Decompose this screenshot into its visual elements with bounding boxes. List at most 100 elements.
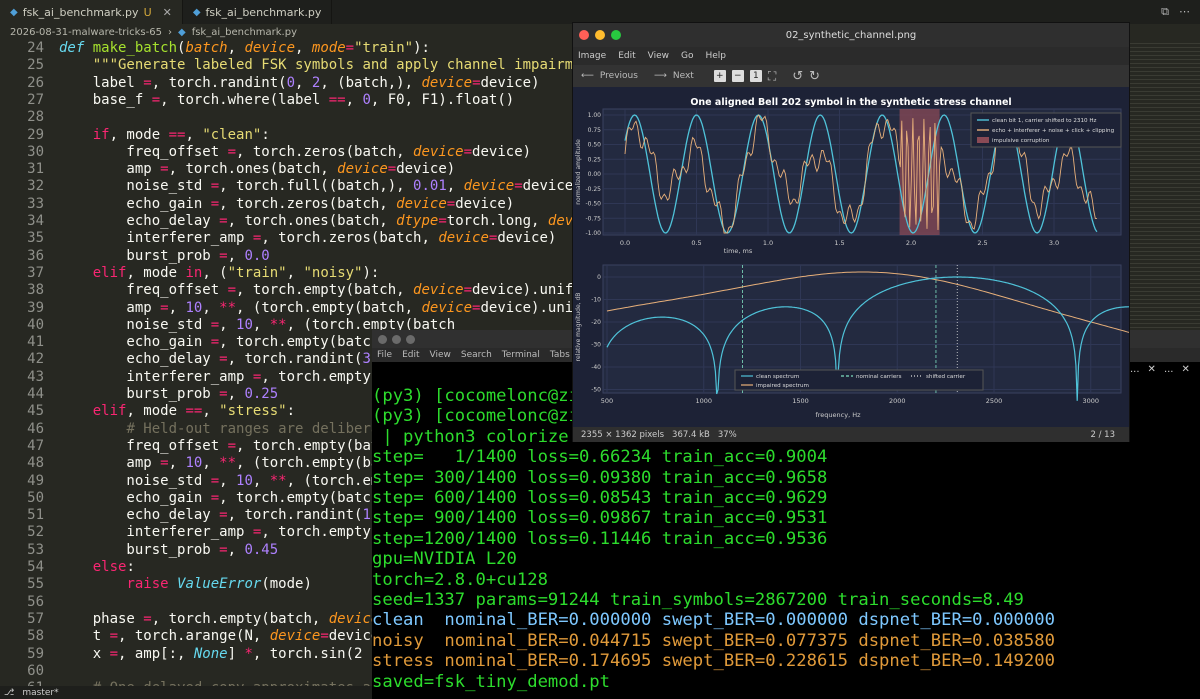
code-line[interactable]: raise ValueError(mode) [59,576,311,593]
code-line[interactable]: freq_offset =, torch.empty(batch, device… [59,282,632,299]
code-line[interactable]: echo_delay =, torch.randint(12, 49 [59,507,413,524]
code-token: , [252,472,270,489]
code-line[interactable]: freq_offset =, torch.zeros(batch, device… [59,144,531,161]
code-token: 10 [185,455,203,472]
code-token: , torch.empty(batch, [151,610,329,627]
code-line[interactable]: echo_gain =, torch.zeros(batch, device=d… [59,196,514,213]
code-line[interactable]: """Generate labeled FSK symbols and appl… [59,57,624,74]
editor-tab-2[interactable]: ◆ fsk_ai_benchmark.py [182,0,333,24]
code-token: = [463,282,473,299]
code-line[interactable]: elif, mode in, ("train", "noisy"): [59,264,380,282]
rotate-left-icon[interactable]: ↺ [792,69,803,84]
code-line[interactable]: if, mode ==, "clean": [59,127,270,144]
rotate-right-icon[interactable]: ↻ [809,69,820,84]
breadcrumb-file[interactable]: fsk_ai_benchmark.py [192,27,297,38]
split-editor-icon[interactable]: ⧉ [1161,5,1169,19]
terminal-menu-item[interactable]: File [377,350,392,360]
viewer-titlebar: 02_synthetic_channel.png [573,23,1129,47]
editor-tab-1[interactable]: ◆ fsk_ai_benchmark.py U ✕ [0,0,183,24]
viewer-menu-item[interactable]: Edit [618,51,635,61]
code-line[interactable]: phase =, torch.empty(batch, device=dev [59,611,413,628]
code-line[interactable]: echo_delay =, torch.randint(3, 33 [59,351,404,368]
close-icon[interactable]: ✕ [1181,364,1189,375]
code-token: device [438,230,489,247]
image-canvas[interactable]: One aligned Bell 202 symbol in the synth… [573,87,1130,427]
viewer-menu-item[interactable]: View [648,51,669,61]
arrow-left-icon[interactable]: ⟵ [581,71,594,81]
terminal-line: stress nominal_BER=0.174695 swept_BER=0.… [372,651,1055,672]
minimap[interactable] [1130,40,1200,330]
terminal-menu-item[interactable]: Tabs [550,350,570,360]
code-token: in [185,264,203,281]
code-token: device [269,628,321,645]
code-token: == [185,403,203,420]
viewer-menu-item[interactable]: Image [578,51,606,61]
code-line[interactable]: echo_gain =, torch.empty(batch, de [59,334,413,351]
close-icon[interactable]: ✕ [1148,364,1156,375]
zoom-out-icon[interactable]: − [731,70,744,82]
viewer-menu-item[interactable]: Help [705,51,726,61]
code-line[interactable]: burst_prob =, 0.45 [59,542,278,559]
code-token: ValueError [177,576,262,593]
arrow-right-icon[interactable]: ⟶ [654,71,667,81]
close-icon[interactable]: ✕ [163,6,172,19]
breadcrumb-folder[interactable]: 2026-08-31-malware-tricks-65 [10,27,162,38]
terminal-menu-item[interactable]: Terminal [502,350,540,360]
code-line[interactable]: label =, torch.randint(0, 2, (batch,), d… [59,75,540,92]
code-line[interactable]: noise_std =, torch.full((batch,), 0.01, … [59,178,581,195]
code-line[interactable]: interferer_amp =, torch.empty(bat [59,369,404,386]
terminal-line: step=1200/1400 loss=0.11446 train_acc=0.… [372,528,828,549]
code-line[interactable]: freq_offset =, torch.empty(batch, d [59,438,421,455]
legend-label: impulsive corruption [992,138,1050,144]
terminal-line: step= 300/1400 loss=0.09380 train_acc=0.… [372,467,828,488]
tick-label: 0.00 [588,171,602,178]
line-number: 27 [27,91,44,108]
zoom-in-icon[interactable]: + [713,70,726,82]
fit-window-icon[interactable]: ⛶ [768,69,776,84]
zoom-original-icon[interactable]: 1 [749,70,762,82]
code-token: = [160,299,169,316]
code-token: ** [219,455,237,472]
code-line[interactable]: burst_prob =, 0.25 [59,386,278,403]
code-line[interactable]: t =, torch.arange(N, device=device).fl [59,628,413,645]
code-line[interactable]: interferer_amp =, torch.empty(batc [59,524,413,541]
branch-icon: ⎇ [4,687,15,698]
tick-label: -30 [591,342,601,349]
code-line[interactable]: echo_delay =, torch.ones(batch, dtype=to… [59,213,632,230]
line-number: 56 [27,593,44,610]
line-number: 53 [27,541,44,558]
branch-name[interactable]: master* [22,688,58,698]
window-minimize-icon[interactable] [392,334,401,344]
terminal-menu-item[interactable]: View [430,350,451,360]
code-token: == [328,91,346,108]
code-token: = [160,455,169,472]
terminal-menu-item[interactable]: Edit [402,350,419,360]
code-line[interactable]: # Held-out ranges are deliberatel [59,421,404,438]
code-line[interactable]: elif, mode ==, "stress": [59,403,295,420]
code-line[interactable]: burst_prob =, 0.0 [59,248,269,265]
code-token: , [202,455,220,472]
code-line[interactable]: amp =, 10, **, (torch.empty(batch, devic… [59,300,649,317]
more-actions-icon[interactable]: ⋯ [1179,5,1190,19]
more-icon[interactable]: ... [1130,364,1140,375]
more-icon[interactable]: ... [1164,364,1174,375]
window-maximize-icon[interactable] [406,334,415,344]
window-close-icon[interactable] [378,334,387,344]
tick-label: 2.5 [977,239,987,247]
code-line[interactable]: else: [59,559,135,576]
code-line[interactable]: def make_batch(batch, device, mode="trai… [59,40,430,57]
code-line[interactable]: amp =, torch.ones(batch, device=device) [59,161,455,178]
code-line[interactable]: base_f =, torch.where(label ==, 0, F0, F… [59,92,514,109]
code-token: t [59,628,110,645]
next-button[interactable]: Next [673,71,694,81]
terminal-menu-item[interactable]: Search [461,350,492,360]
terminal-line: torch=2.8.0+cu128 [372,569,548,590]
viewer-menu-item[interactable]: Go [681,51,693,61]
code-token: , F0, F1).float() [370,91,515,108]
previous-button[interactable]: Previous [600,71,638,81]
code-line[interactable]: echo_gain =, torch.empty(batch, de [59,490,413,507]
code-token: x [59,645,110,662]
line-number: 29 [27,126,44,143]
code-line[interactable]: interferer_amp =, torch.zeros(batch, dev… [59,230,556,247]
